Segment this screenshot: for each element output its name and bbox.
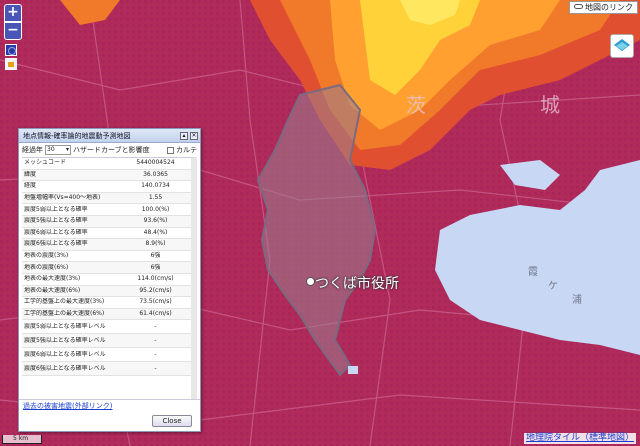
row-label: 地表の最大速度(6%) bbox=[24, 286, 81, 294]
layers-button[interactable] bbox=[610, 34, 634, 58]
info-table[interactable]: メッシュコード 5440004524 緯度 36.0365 経度 140.0734 地… bbox=[22, 157, 197, 399]
map-label-ibaraki-1: 茨 bbox=[406, 93, 426, 117]
row-value: 1.55 bbox=[148, 194, 163, 202]
panel-controls: 経過年 30 ハザードカーブと影響度 カルテ bbox=[19, 143, 200, 157]
minimize-button[interactable]: ▴ bbox=[180, 132, 188, 140]
row-label: 地表の震度(3%) bbox=[24, 252, 69, 260]
row-value: - bbox=[154, 350, 157, 358]
row-label: 震度5弱以上となる確率レベル bbox=[24, 323, 106, 331]
attribution-link[interactable]: 地理院タイル（標準地図） bbox=[523, 433, 636, 444]
table-row: 震度6弱以上となる確率レベル - bbox=[22, 348, 191, 363]
row-value: 36.0365 bbox=[143, 170, 168, 178]
row-label: 地盤増幅率(Vs=400～地表) bbox=[24, 194, 101, 202]
karte-label: カルテ bbox=[176, 145, 197, 154]
row-value: 95.2(cm/s) bbox=[139, 286, 172, 294]
period-label: 経過年 bbox=[22, 145, 43, 154]
row-value: - bbox=[154, 322, 157, 330]
map-label-ura: 浦 bbox=[572, 295, 582, 306]
table-row: 地盤増幅率(Vs=400～地表) 1.55 bbox=[22, 192, 191, 205]
row-label: 震度5強以上となる確率レベル bbox=[24, 337, 106, 345]
zoom-out-button[interactable]: − bbox=[4, 22, 22, 40]
table-row: 震度6強以上となる確率レベル - bbox=[22, 362, 191, 377]
table-row: 地表の震度(6%) 6強 bbox=[22, 262, 191, 274]
table-row: 震度5弱以上となる確率 100.0(%) bbox=[22, 204, 191, 216]
home-icon[interactable] bbox=[5, 58, 17, 70]
scale-bar: 5 km bbox=[2, 435, 42, 444]
hazard-curve-label[interactable]: ハザードカーブと影響度 bbox=[73, 146, 150, 155]
row-value: 114.0(cm/s) bbox=[137, 275, 174, 283]
row-label: 経度 bbox=[24, 182, 37, 190]
row-label: 地表の最大速度(3%) bbox=[24, 275, 81, 283]
row-value: 6強 bbox=[150, 252, 161, 260]
row-value: 5440004524 bbox=[136, 159, 175, 167]
karte-checkbox[interactable] bbox=[167, 146, 174, 154]
row-label: 震度5強以上となる確率 bbox=[24, 217, 88, 225]
zoom-in-button[interactable]: + bbox=[4, 4, 22, 22]
table-row: 震度5強以上となる確率 93.6(%) bbox=[22, 215, 191, 228]
map-link-label: 地図のリンク bbox=[585, 3, 633, 12]
row-label: 地表の震度(6%) bbox=[24, 263, 69, 271]
period-select[interactable]: 30 bbox=[45, 145, 71, 155]
row-value: 140.0734 bbox=[141, 182, 170, 190]
table-row: 震度6弱以上となる確率 48.4(%) bbox=[22, 227, 191, 240]
panel-header[interactable]: 地点情報-確率論的地震動予測地図 ▴ ✕ bbox=[19, 129, 200, 143]
row-label: メッシュコード bbox=[24, 159, 67, 167]
row-label: 震度6弱以上となる確率レベル bbox=[24, 351, 106, 359]
row-value: 93.6(%) bbox=[143, 217, 168, 225]
close-icon[interactable]: ✕ bbox=[190, 132, 198, 140]
table-row: 工学的基盤上の最大速度(3%) 73.5(cm/s) bbox=[22, 297, 191, 309]
table-row: 地表の最大速度(6%) 95.2(cm/s) bbox=[22, 285, 191, 298]
map-label-ke: ケ bbox=[548, 281, 558, 292]
row-value: 6強 bbox=[150, 263, 161, 271]
row-value: 73.5(cm/s) bbox=[139, 298, 172, 306]
table-row: 経度 140.0734 bbox=[22, 181, 191, 193]
close-button[interactable]: Close bbox=[152, 415, 192, 427]
table-row: 震度6強以上となる確率 8.9(%) bbox=[22, 239, 191, 251]
table-row: メッシュコード 5440004524 bbox=[22, 158, 191, 170]
layer-settings-icon[interactable] bbox=[5, 44, 17, 56]
table-row: 地表の震度(3%) 6強 bbox=[22, 250, 191, 263]
link-icon bbox=[574, 4, 583, 9]
point-info-panel: 地点情報-確率論的地震動予測地図 ▴ ✕ 経過年 30 ハザードカーブと影響度 … bbox=[18, 128, 201, 432]
row-label: 工学的基盤上の最大速度(3%) bbox=[24, 298, 105, 306]
table-row: 震度5強以上となる確率レベル - bbox=[22, 334, 191, 349]
row-value: 48.4(%) bbox=[143, 228, 168, 236]
row-value: 8.9(%) bbox=[145, 240, 166, 248]
row-label: 緯度 bbox=[24, 170, 37, 178]
row-value: 61.4(cm/s) bbox=[139, 310, 172, 318]
city-hall-label: つくば市役所 bbox=[315, 276, 399, 292]
row-label: 震度6強以上となる確率レベル bbox=[24, 365, 106, 373]
city-hall-marker-icon[interactable] bbox=[306, 277, 315, 286]
row-label: 工学的基盤上の最大速度(6%) bbox=[24, 310, 105, 318]
history-link[interactable]: 過去の被害地震(外部リンク) bbox=[19, 399, 200, 413]
layers-icon bbox=[614, 39, 630, 51]
row-label: 震度6強以上となる確率 bbox=[24, 240, 88, 248]
table-row: 工学的基盤上の最大速度(6%) 61.4(cm/s) bbox=[22, 308, 191, 321]
table-row: 震度5弱以上となる確率レベル - bbox=[22, 320, 191, 335]
row-label: 震度5弱以上となる確率 bbox=[24, 205, 88, 213]
panel-title: 地点情報-確率論的地震動予測地図 bbox=[23, 132, 131, 140]
table-row: 緯度 36.0365 bbox=[22, 169, 191, 182]
row-value: - bbox=[154, 364, 157, 372]
table-row: 地表の最大速度(3%) 114.0(cm/s) bbox=[22, 273, 191, 286]
row-value: - bbox=[154, 336, 157, 344]
map-link-button[interactable]: 地図のリンク bbox=[569, 1, 638, 14]
row-label: 震度6弱以上となる確率 bbox=[24, 228, 88, 236]
row-value: 100.0(%) bbox=[141, 205, 170, 213]
small-lake bbox=[348, 366, 358, 374]
map-label-ibaraki-2: 城 bbox=[540, 93, 560, 117]
map-label-kasumi: 霞 bbox=[528, 267, 538, 278]
